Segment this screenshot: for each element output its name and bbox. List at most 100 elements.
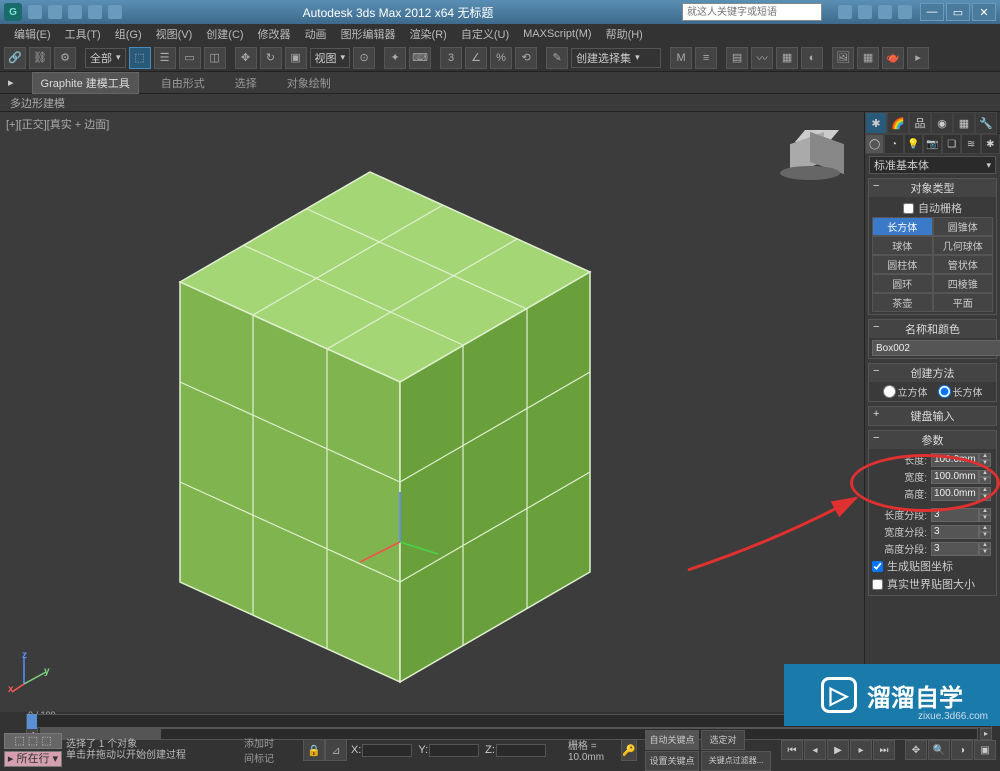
goto-end[interactable]: ⏭ <box>873 740 895 760</box>
wseg-spinner[interactable]: ▲▼ <box>979 525 991 539</box>
lseg-spinner[interactable]: ▲▼ <box>979 508 991 522</box>
wseg-input[interactable] <box>931 525 979 539</box>
mat-ed-button[interactable]: ◐ <box>801 47 823 69</box>
quick-icon[interactable] <box>48 5 62 19</box>
named-sel-button[interactable]: ✎ <box>546 47 568 69</box>
abs-rel-button[interactable]: ⊿ <box>325 739 347 761</box>
status-btn-now[interactable]: ▸ 所在行 ▾ <box>4 751 62 767</box>
named-sel-combo[interactable]: 创建选择集 <box>571 48 661 68</box>
refcoord-combo[interactable]: 视图 <box>310 48 351 68</box>
obj-teapot[interactable]: 茶壶 <box>872 293 933 312</box>
tab-utilities[interactable]: 🔧 <box>975 112 997 134</box>
next-frame[interactable]: ▸ <box>850 740 872 760</box>
spinner-snap-button[interactable]: ⟲ <box>515 47 537 69</box>
menu-help[interactable]: 帮助(H) <box>600 24 649 44</box>
angle-snap-button[interactable]: ∠ <box>465 47 487 69</box>
menu-animation[interactable]: 动画 <box>299 24 333 44</box>
minimize-button[interactable]: — <box>920 3 944 21</box>
quick-icon[interactable] <box>88 5 102 19</box>
rollout-hdr-parameters[interactable]: 参数 <box>869 431 996 449</box>
menu-maxscript[interactable]: MAXScript(M) <box>517 26 597 42</box>
manip-button[interactable]: ✦ <box>384 47 406 69</box>
obj-tube[interactable]: 管状体 <box>933 255 994 274</box>
schematic-button[interactable]: ▦ <box>776 47 798 69</box>
snap-button[interactable]: 3 <box>440 47 462 69</box>
menu-group[interactable]: 组(G) <box>109 24 148 44</box>
menu-edit[interactable]: 编辑(E) <box>8 24 57 44</box>
render-button[interactable]: 🫖 <box>882 47 904 69</box>
lock-button[interactable]: 🔒 <box>303 739 325 761</box>
subtab-spacewarps[interactable]: ≋ <box>961 134 980 154</box>
z-input[interactable] <box>496 744 546 757</box>
keyboard-button[interactable]: ⌨ <box>409 47 431 69</box>
ribbon-tab-graphite[interactable]: Graphite 建模工具 <box>32 72 139 94</box>
status-btn-top[interactable]: ⬚ ⬚ ⬚ <box>4 733 62 749</box>
selkey-combo[interactable]: 选定对 <box>701 730 745 750</box>
ribbon-sub-label[interactable]: 多边形建模 <box>10 95 65 111</box>
close-button[interactable]: ✕ <box>972 3 996 21</box>
nav-orbit[interactable]: ◑ <box>951 740 973 760</box>
bind-button[interactable]: ⚙ <box>54 47 76 69</box>
help-icon[interactable] <box>858 5 872 19</box>
tab-motion[interactable]: ◉ <box>931 112 953 134</box>
obj-sphere[interactable]: 球体 <box>872 236 933 255</box>
tab-modify[interactable]: 🌈 <box>887 112 909 134</box>
y-input[interactable] <box>429 744 479 757</box>
menu-rendering[interactable]: 渲染(R) <box>404 24 453 44</box>
tab-display[interactable]: ▦ <box>953 112 975 134</box>
keyfilter-button[interactable]: 关键点过滤器... <box>701 751 771 771</box>
rollout-hdr-createmethod[interactable]: 创建方法 <box>869 364 996 382</box>
rollout-hdr-keyboard[interactable]: 键盘输入 <box>869 407 996 425</box>
rollout-hdr-objecttype[interactable]: 对象类型 <box>869 179 996 197</box>
select-name-button[interactable]: ☰ <box>154 47 176 69</box>
x-input[interactable] <box>362 744 412 757</box>
maximize-button[interactable]: ▭ <box>946 3 970 21</box>
menu-create[interactable]: 创建(C) <box>200 24 249 44</box>
search-input[interactable] <box>682 3 822 21</box>
link-button[interactable]: 🔗 <box>4 47 26 69</box>
obj-box[interactable]: 长方体 <box>872 217 933 236</box>
curve-ed-button[interactable]: 〰 <box>751 47 773 69</box>
layer-button[interactable]: ▤ <box>726 47 748 69</box>
tab-create[interactable]: ✱ <box>865 112 887 134</box>
obj-cone[interactable]: 圆锥体 <box>933 217 994 236</box>
prev-frame[interactable]: ◂ <box>804 740 826 760</box>
mirror-button[interactable]: M <box>670 47 692 69</box>
subtab-shapes[interactable]: ◔ <box>884 134 903 154</box>
nav-max[interactable]: ▣ <box>974 740 996 760</box>
subtab-cameras[interactable]: 📷 <box>923 134 942 154</box>
render-frame-button[interactable]: ▦ <box>857 47 879 69</box>
setkey-button[interactable]: 设置关键点 <box>645 751 699 771</box>
autokey-button[interactable]: 自动关键点 <box>645 730 699 750</box>
radio-box[interactable] <box>938 385 951 398</box>
subtab-helpers[interactable]: ❏ <box>942 134 961 154</box>
length-input[interactable] <box>931 453 979 467</box>
menu-tools[interactable]: 工具(T) <box>59 24 107 44</box>
gen-mapping-checkbox[interactable] <box>872 561 883 572</box>
window-crossing-button[interactable]: ◫ <box>204 47 226 69</box>
pivot-button[interactable]: ⊙ <box>353 47 375 69</box>
ribbon-tab-selection[interactable]: 选择 <box>227 73 265 93</box>
scroll-right[interactable]: ▸ <box>980 728 992 740</box>
help-icon[interactable] <box>898 5 912 19</box>
real-world-checkbox[interactable] <box>872 579 883 590</box>
obj-geosphere[interactable]: 几何球体 <box>933 236 994 255</box>
obj-pyramid[interactable]: 四棱锥 <box>933 274 994 293</box>
height-input[interactable] <box>931 487 979 501</box>
menu-modifiers[interactable]: 修改器 <box>252 24 297 44</box>
ribbon-tab-freeform[interactable]: 自由形式 <box>153 73 213 93</box>
align-button[interactable]: ≡ <box>695 47 717 69</box>
render-setup-button[interactable]: 🖼 <box>832 47 854 69</box>
subtab-geometry[interactable]: ◯ <box>865 134 884 154</box>
add-time-marker[interactable]: 添加时间标记 <box>244 735 279 765</box>
object-name-input[interactable] <box>872 340 1000 356</box>
scale-button[interactable]: ▣ <box>285 47 307 69</box>
width-input[interactable] <box>931 470 979 484</box>
menu-views[interactable]: 视图(V) <box>150 24 199 44</box>
selection-filter-combo[interactable]: 全部 <box>85 48 126 68</box>
move-button[interactable]: ✥ <box>235 47 257 69</box>
category-combo[interactable]: 标准基本体 <box>869 156 996 174</box>
select-button[interactable]: ⬚ <box>129 47 151 69</box>
lseg-input[interactable] <box>931 508 979 522</box>
help-icon[interactable] <box>838 5 852 19</box>
